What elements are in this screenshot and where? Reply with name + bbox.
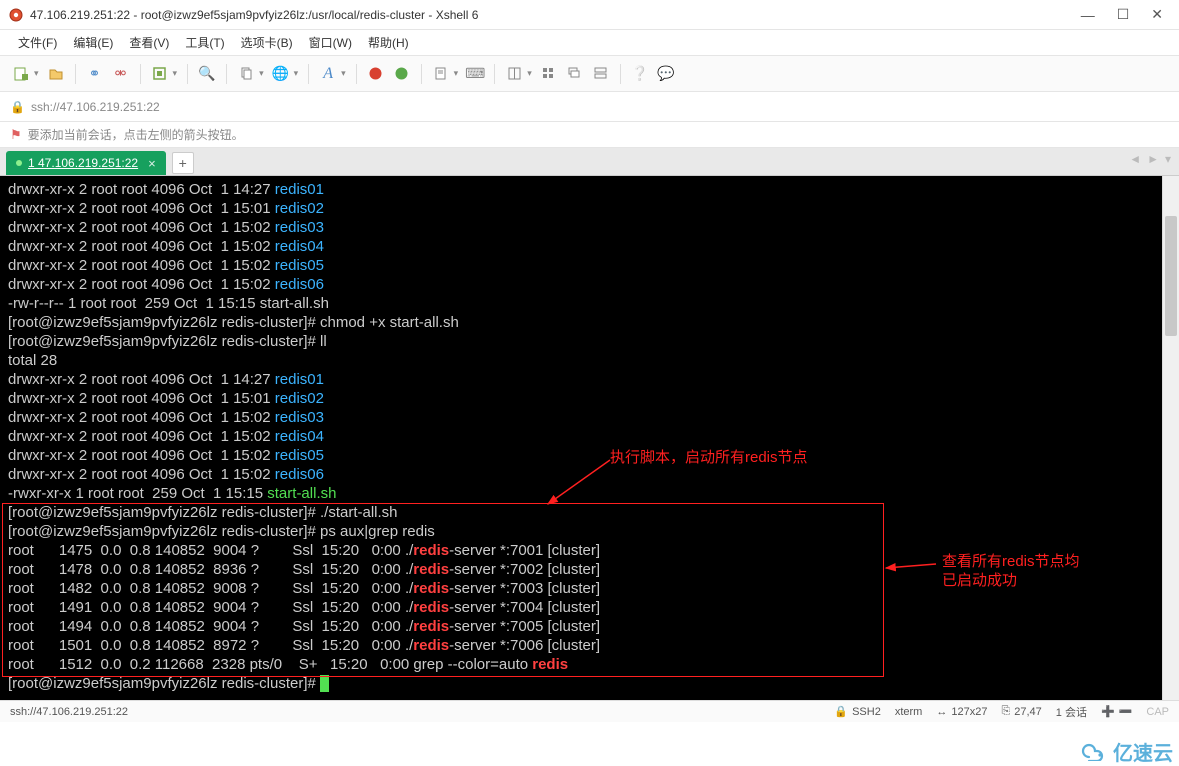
address-bar: 🔒 [0,92,1179,122]
new-session-icon[interactable] [10,63,32,85]
close-button[interactable]: ✕ [1151,6,1163,23]
chat-icon[interactable]: 💬 [655,63,677,85]
tab-label: 1 47.106.219.251:22 [28,156,138,170]
menu-tabs[interactable]: 选项卡(B) [235,32,299,53]
tab-close-icon[interactable]: × [148,156,156,171]
status-bar: ssh://47.106.219.251:22 🔒 SSH2 xterm ↔ 127… [0,700,1179,722]
copy-icon[interactable] [235,63,257,85]
play-icon[interactable] [391,63,413,85]
address-input[interactable] [31,100,1169,114]
status-sessions: 1 会话 [1056,704,1087,720]
key-icon[interactable]: ⌨ [464,63,486,85]
layout-icon[interactable] [503,63,525,85]
minimize-button[interactable]: — [1081,7,1095,23]
scrollbar[interactable] [1162,176,1179,700]
plus-icon: ➕ [1101,705,1115,718]
status-pos: 27,47 [1014,706,1042,718]
status-term: xterm [895,706,923,718]
status-address: ssh://47.106.219.251:22 [10,706,128,718]
hint-text: 要添加当前会话，点击左侧的箭头按钮。 [28,126,244,143]
title-bar: 47.106.219.251:22 - root@izwz9ef5sjam9pv… [0,0,1179,30]
script-icon[interactable] [430,63,452,85]
hint-bar: ⚑ 要添加当前会话，点击左侧的箭头按钮。 [0,122,1179,148]
font-icon[interactable]: A [317,63,339,85]
menu-tools[interactable]: 工具(T) [179,32,230,53]
status-dot-icon [16,160,22,166]
toolbar: ▾ ⚭ ⚮ ▾ 🔍 ▾ 🌐▾ A▾ ▾ ⌨ ▾ ❔ 💬 [0,56,1179,92]
terminal[interactable]: drwxr-xr-x 2 root root 4096 Oct 1 14:27 … [0,176,1162,700]
menu-file[interactable]: 文件(F) [12,32,63,53]
pos-icon: ⎘ [1001,705,1010,718]
properties-icon[interactable] [149,63,171,85]
cascade-icon[interactable] [564,63,586,85]
disconnect-icon[interactable]: ⚮ [110,63,132,85]
tab-next-icon[interactable]: ► [1147,152,1159,166]
session-tab[interactable]: 1 47.106.219.251:22 × [6,151,166,175]
window-title: 47.106.219.251:22 - root@izwz9ef5sjam9pv… [30,8,1081,22]
app-icon [8,7,24,23]
lock-icon: 🔒 [10,100,25,114]
minus-icon: ➖ [1119,705,1133,718]
menu-view[interactable]: 查看(V) [123,32,175,53]
record-icon[interactable] [365,63,387,85]
tile-icon[interactable] [538,63,560,85]
stack-icon[interactable] [590,63,612,85]
menu-edit[interactable]: 编辑(E) [67,32,119,53]
reconnect-icon[interactable]: ⚭ [84,63,106,85]
find-icon[interactable]: 🔍 [196,63,218,85]
tab-bar: 1 47.106.219.251:22 × + ◄ ► ▾ [0,148,1179,176]
flag-icon: ⚑ [10,127,22,143]
status-size: 127x27 [951,706,987,718]
tab-menu-icon[interactable]: ▾ [1165,152,1171,166]
open-session-icon[interactable] [45,63,67,85]
tab-prev-icon[interactable]: ◄ [1129,152,1141,166]
ssh-lock-icon: 🔒 [834,705,848,718]
scrollbar-thumb[interactable] [1165,216,1177,336]
size-icon: ↔ [936,706,947,718]
help-icon[interactable]: ❔ [629,63,651,85]
watermark: 亿速云 [1081,737,1173,766]
globe-icon[interactable]: 🌐 [270,63,292,85]
status-ssh: SSH2 [852,706,881,718]
menu-help[interactable]: 帮助(H) [362,32,415,53]
status-cap: CAP [1146,706,1169,718]
maximize-button[interactable]: ☐ [1117,6,1130,23]
menu-bar: 文件(F) 编辑(E) 查看(V) 工具(T) 选项卡(B) 窗口(W) 帮助(… [0,30,1179,56]
new-tab-button[interactable]: + [172,152,194,174]
menu-window[interactable]: 窗口(W) [303,32,358,53]
